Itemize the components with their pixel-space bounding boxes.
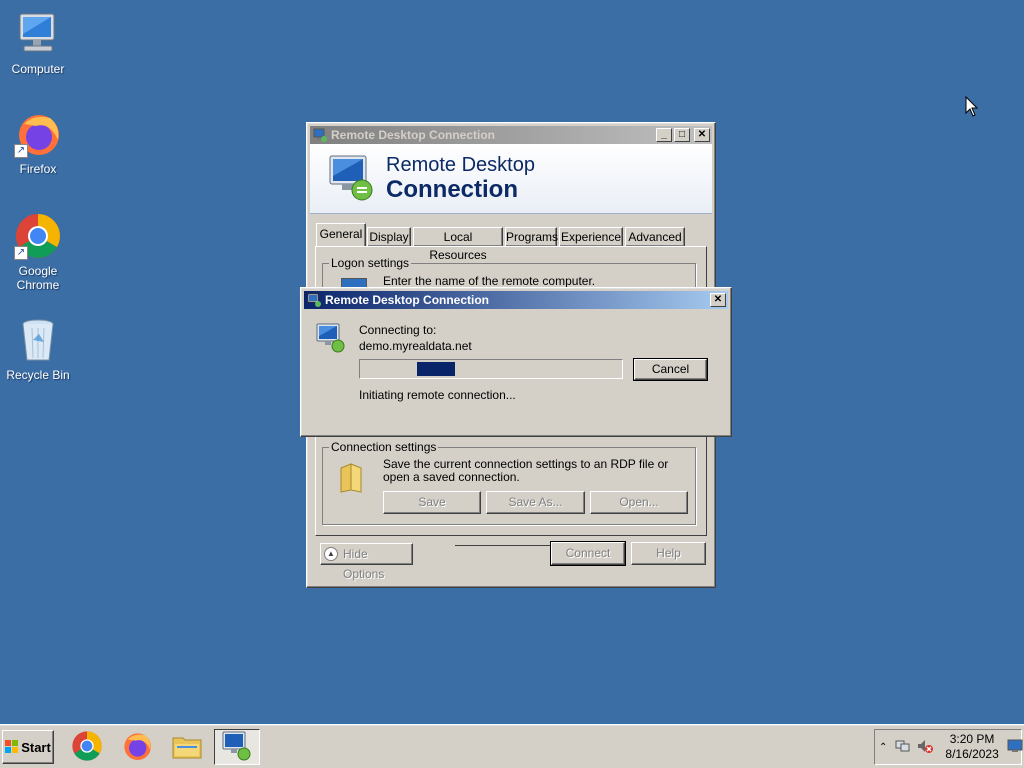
- progress-marquee-block: [417, 362, 455, 376]
- desktop-icon-label: Firefox: [19, 162, 57, 176]
- taskbar-remote-desktop[interactable]: [214, 729, 260, 765]
- tab-general[interactable]: General: [316, 223, 366, 247]
- tab-local-resources[interactable]: Local Resources: [413, 227, 503, 262]
- taskbar-chrome[interactable]: [64, 729, 110, 765]
- taskbar-firefox[interactable]: [114, 729, 160, 765]
- connection-settings-group: Connection settings Save the current con…: [322, 440, 696, 525]
- connection-progress-bar: [359, 359, 623, 379]
- clock-date: 8/16/2023: [945, 747, 999, 761]
- start-label: Start: [21, 739, 51, 755]
- mouse-cursor-icon: [965, 95, 979, 121]
- cancel-button[interactable]: Cancel: [633, 358, 708, 381]
- banner-title-line2: Connection: [386, 176, 518, 203]
- remote-desktop-banner-icon: [326, 152, 376, 205]
- close-button[interactable]: ✕: [710, 293, 726, 307]
- minimize-button[interactable]: _: [656, 128, 672, 142]
- show-desktop-icon[interactable]: [1007, 739, 1023, 756]
- connection-status-text: Initiating remote connection...: [359, 388, 516, 402]
- tray-clock[interactable]: 3:20 PM 8/16/2023: [945, 732, 998, 762]
- desktop-icon-chrome[interactable]: ↗ Google Chrome: [0, 212, 78, 292]
- volume-muted-icon[interactable]: [917, 738, 934, 757]
- hide-options-button[interactable]: ▲ Hide Options: [320, 543, 413, 581]
- network-icon[interactable]: [895, 738, 911, 757]
- desktop-icon-label: Computer: [11, 62, 65, 76]
- remote-desktop-icon: [307, 293, 321, 307]
- desktop-icon-label: Recycle Bin: [6, 368, 70, 382]
- windows-logo-icon: [5, 740, 19, 754]
- rdc-banner: Remote Desktop Connection: [310, 144, 712, 214]
- connecting-dialog-title: Remote Desktop Connection: [325, 293, 490, 307]
- recycle-bin-icon: [14, 316, 62, 364]
- desktop-icon-recycle-bin[interactable]: Recycle Bin: [0, 316, 78, 382]
- firefox-icon: [121, 730, 153, 765]
- start-button[interactable]: Start: [2, 730, 54, 764]
- shortcut-arrow-icon: ↗: [14, 246, 28, 260]
- chrome-icon: [71, 730, 103, 765]
- chrome-icon: ↗: [14, 212, 62, 260]
- connecting-computer-icon: [315, 322, 347, 357]
- open-button[interactable]: Open...: [590, 491, 688, 514]
- remote-host-name: demo.myrealdata.net: [359, 339, 472, 353]
- computer-icon: [14, 10, 62, 58]
- chevron-up-icon: ▲: [324, 547, 338, 561]
- tab-experience[interactable]: Experience: [559, 227, 623, 247]
- save-as-button[interactable]: Save As...: [486, 491, 585, 514]
- logon-settings-label: Logon settings: [329, 256, 412, 270]
- shortcut-arrow-icon: ↗: [14, 144, 28, 158]
- taskbar-file-explorer[interactable]: [164, 729, 210, 765]
- banner-title-line1: Remote Desktop: [386, 154, 535, 176]
- desktop-icon-label: Google Chrome: [16, 264, 60, 292]
- maximize-button[interactable]: □: [674, 128, 690, 142]
- rdc-main-title: Remote Desktop Connection: [331, 128, 496, 142]
- remote-desktop-icon: [221, 730, 253, 765]
- rdc-main-titlebar[interactable]: Remote Desktop Connection _ □ ✕: [310, 126, 712, 144]
- close-button[interactable]: ✕: [694, 128, 710, 142]
- connection-settings-label: Connection settings: [329, 440, 439, 454]
- tab-programs[interactable]: Programs: [505, 227, 558, 247]
- taskbar: Start ⌃ 3:20 PM 8/16/2023: [0, 724, 1024, 768]
- connect-button[interactable]: Connect: [550, 541, 626, 566]
- connecting-dialog: Remote Desktop Connection ✕ Connecting t…: [300, 287, 732, 437]
- tab-display[interactable]: Display: [367, 227, 411, 247]
- folder-icon: [337, 462, 365, 497]
- firefox-icon: ↗: [14, 110, 62, 158]
- separator-line: [455, 545, 555, 546]
- show-hidden-icons-chevron-icon[interactable]: ⌃: [879, 742, 887, 753]
- connecting-to-label: Connecting to:: [359, 323, 437, 337]
- help-button[interactable]: Help: [631, 542, 706, 565]
- clock-time: 3:20 PM: [949, 732, 995, 746]
- system-tray: ⌃ 3:20 PM 8/16/2023: [874, 729, 1023, 765]
- connecting-dialog-titlebar[interactable]: Remote Desktop Connection ✕: [304, 291, 728, 309]
- desktop-icon-computer[interactable]: Computer: [0, 10, 78, 76]
- save-button[interactable]: Save: [383, 491, 481, 514]
- file-explorer-icon: [171, 730, 203, 765]
- logon-settings-text: Enter the name of the remote computer.: [383, 274, 596, 288]
- remote-desktop-icon: [313, 128, 327, 142]
- desktop-icon-firefox[interactable]: ↗ Firefox: [0, 110, 78, 176]
- tab-advanced[interactable]: Advanced: [625, 227, 685, 247]
- connection-settings-text: Save the current connection settings to …: [383, 457, 669, 484]
